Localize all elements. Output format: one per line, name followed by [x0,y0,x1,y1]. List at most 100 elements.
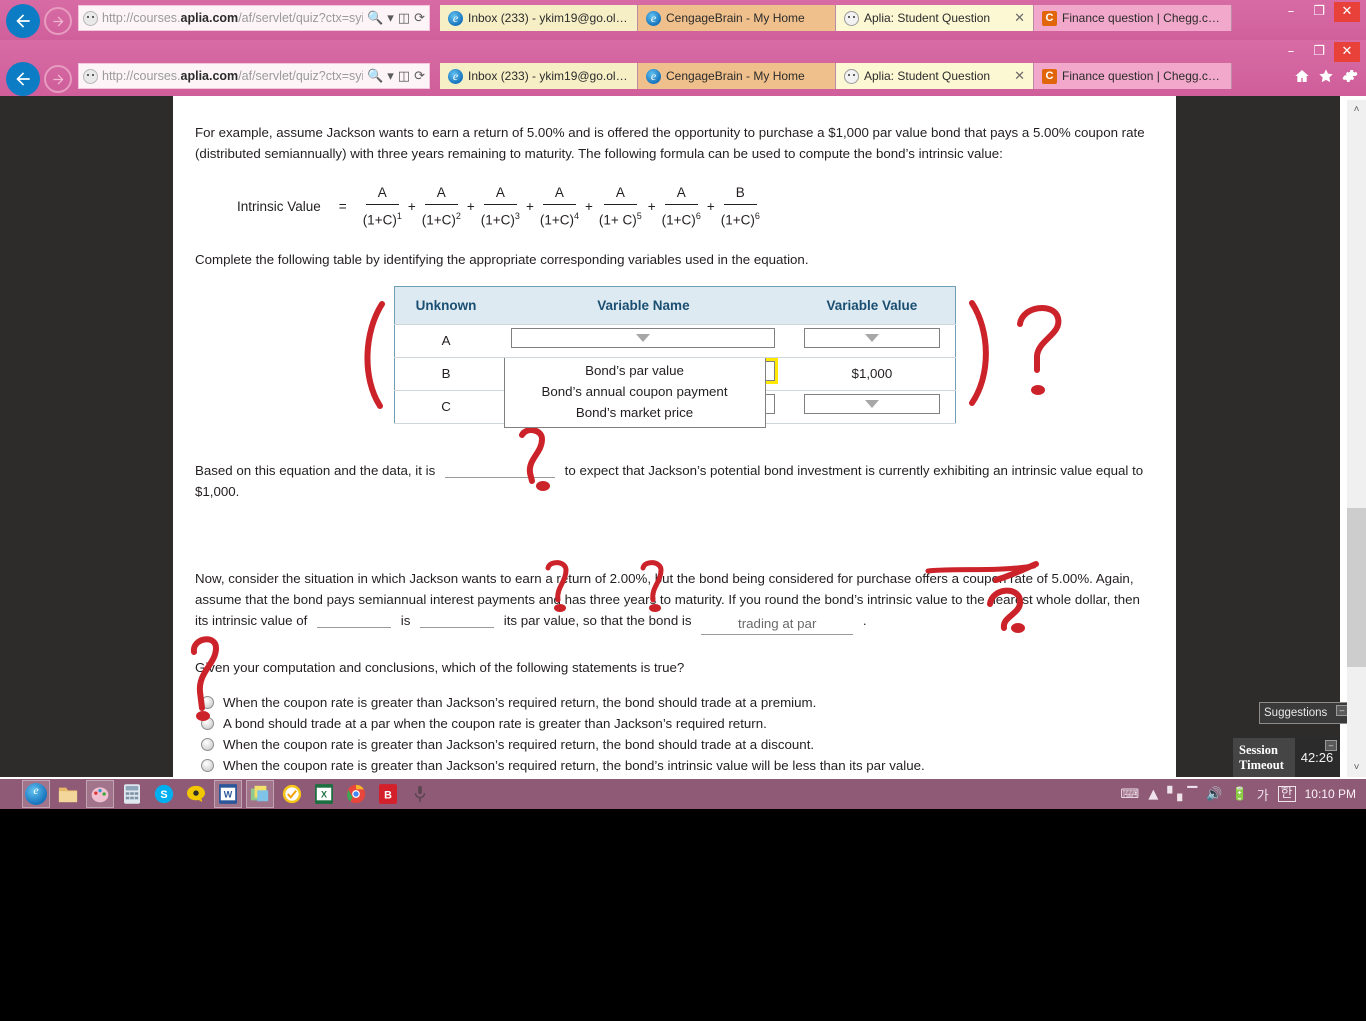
variable-value-cell-b: $1,000 [789,356,955,390]
page-scrollbar[interactable]: ˄ ˅ [1347,100,1366,777]
minimize-button[interactable]: – [1278,42,1304,62]
answer-option-2[interactable]: When the coupon rate is greater than Jac… [201,734,1176,755]
ghost-refresh-icon[interactable]: ⟳ [414,11,425,26]
radio-button-icon[interactable] [201,716,214,730]
scroll-up-arrow-icon[interactable]: ˄ [1347,100,1366,119]
ghost-chevron-down-icon[interactable]: ▾ [387,11,394,26]
suggestions-widget[interactable]: Suggestions – [1259,702,1351,724]
taskbar-norton-icon[interactable] [278,780,306,808]
back-button[interactable] [6,62,40,96]
tab-cengagebrain[interactable]: CengageBrain - My Home [638,63,836,89]
compatibility-view-icon[interactable]: ◫ [398,69,410,84]
radio-button-icon[interactable] [201,758,214,772]
session-minimize-button[interactable]: – [1325,740,1337,751]
taskbar-chrome-icon[interactable] [342,780,370,808]
taskbar-calculator-icon[interactable] [118,780,146,808]
answer-option-3[interactable]: When the coupon rate is greater than Jac… [201,755,1176,776]
variable-name-dropdown-menu[interactable]: Bond’s par value Bond’s annual coupon pa… [503,357,766,428]
ghost-back-button[interactable] [6,4,40,38]
para-based-on-equation: Based on this equation and the data, it … [195,460,1154,502]
tab-aplia-student-question[interactable]: Aplia: Student Question ✕ [836,63,1034,89]
ghost-minimize-button[interactable]: – [1278,2,1304,22]
column-header-variable-name: Variable Name [497,286,790,324]
internet-explorer-icon [646,10,661,26]
ghost-tab-3[interactable]: C Finance question | Chegg.com [1034,5,1232,31]
battery-icon[interactable]: 🔋 [1232,787,1248,802]
para2-blank[interactable] [444,462,555,478]
scroll-down-arrow-icon[interactable]: ˅ [1347,758,1366,777]
variable-value-select-a[interactable] [803,327,940,348]
ghost-tab-close-icon[interactable]: ✕ [1008,10,1025,26]
scrollbar-thumb[interactable] [1347,508,1366,667]
answer-option-label: When the coupon rate is greater than Jac… [223,694,817,710]
para3-mid-1: is [400,612,411,628]
ime-mode-indicator[interactable]: 가 [1257,785,1269,804]
variable-value-cell-a [789,323,955,357]
taskbar-chat-bubble-icon[interactable] [182,780,210,808]
address-bar[interactable]: http://courses.aplia.com/af/servlet/quiz… [78,63,430,89]
ghost-search-icon[interactable]: 🔍 [367,11,383,26]
keyboard-icon[interactable]: ⌨ [1121,787,1140,802]
chevron-down-icon[interactable]: ▾ [387,69,394,84]
answer-option-0[interactable]: When the coupon rate is greater than Jac… [201,692,1176,713]
maximize-button[interactable]: ❐ [1306,42,1332,62]
dropdown-option-annual-coupon-payment[interactable]: Bond’s annual coupon payment [505,381,765,402]
chegg-icon: C [1042,10,1057,26]
search-icon[interactable]: 🔍 [367,69,383,84]
star-icon[interactable] [1315,63,1337,89]
table-row: A [394,323,955,357]
tab-close-icon[interactable]: ✕ [1008,68,1025,84]
taskbar-paint-icon[interactable] [86,780,114,808]
ghost-tab-2[interactable]: Aplia: Student Question ✕ [836,5,1034,31]
row-label-b: B [394,356,498,390]
gear-icon[interactable] [1339,63,1361,89]
variable-value-select-c[interactable] [803,393,940,414]
radio-button-icon[interactable] [201,737,214,751]
para3-blank-1[interactable] [317,612,392,628]
ime-language-indicator[interactable]: 한 [1277,786,1296,802]
formula-plus: + [584,198,593,214]
answer-option-1[interactable]: A bond should trade at a par when the co… [201,713,1176,734]
ghost-tab-1[interactable]: CengageBrain - My Home [638,5,836,31]
network-signal-icon[interactable]: ▘▖▔ [1167,787,1197,802]
volume-icon[interactable]: 🔊 [1206,787,1222,802]
right-dark-gutter [1176,96,1340,777]
forward-button[interactable] [44,65,72,93]
ghost-close-button[interactable]: ✕ [1334,2,1360,22]
ghost-tab-0[interactable]: Inbox (233) - ykim19@go.olem... [440,5,638,31]
taskbar-word-icon[interactable]: W [214,780,242,808]
tab-chegg[interactable]: C Finance question | Chegg.com [1034,63,1232,89]
show-hidden-icons-icon[interactable]: ▲ [1148,787,1158,802]
ghost-maximize-button[interactable]: ❐ [1306,2,1332,22]
taskbar-sticky-notes-icon[interactable] [246,780,274,808]
session-timeout-clock: 42:26 – [1295,738,1339,777]
internet-explorer-icon [646,68,661,84]
taskbar-microphone-icon[interactable] [406,780,434,808]
taskbar-clock[interactable]: 10:10 PM [1305,787,1356,801]
answer-option-label: When the coupon rate is greater than Jac… [223,736,815,752]
radio-button-icon[interactable] [201,695,214,709]
ghost-address-bar[interactable]: http://courses.aplia.com/af/servlet/quiz… [78,5,430,31]
variables-table-wrapper: Unknown Variable Name Variable Value A B [393,285,956,428]
svg-text:S: S [160,789,167,801]
para3-blank-3[interactable]: trading at par [701,613,854,635]
formula-term-2: A (1+C)2 [422,182,461,231]
close-button[interactable]: ✕ [1334,42,1360,62]
aplia-icon [844,68,859,84]
home-icon[interactable] [1291,63,1313,89]
page-content: For example, assume Jackson wants to ear… [173,100,1176,777]
ghost-compatibility-view-icon[interactable]: ◫ [398,11,410,26]
tab-inbox[interactable]: Inbox (233) - ykim19@go.olem... [440,63,638,89]
taskbar-skype-icon[interactable]: S [150,780,178,808]
ghost-window-buttons: – ❐ ✕ [1278,2,1360,22]
taskbar-internet-explorer-icon[interactable] [22,780,50,808]
taskbar-file-explorer-icon[interactable] [54,780,82,808]
taskbar-bitdefender-icon[interactable]: B [374,780,402,808]
dropdown-option-par-value[interactable]: Bond’s par value [505,360,765,381]
taskbar-excel-icon[interactable]: X [310,780,338,808]
variable-name-select-a[interactable] [511,327,776,348]
dropdown-option-market-price[interactable]: Bond’s market price [505,402,765,423]
para3-blank-2[interactable] [420,612,495,628]
refresh-icon[interactable]: ⟳ [414,69,425,84]
ghost-forward-button[interactable] [44,7,72,35]
